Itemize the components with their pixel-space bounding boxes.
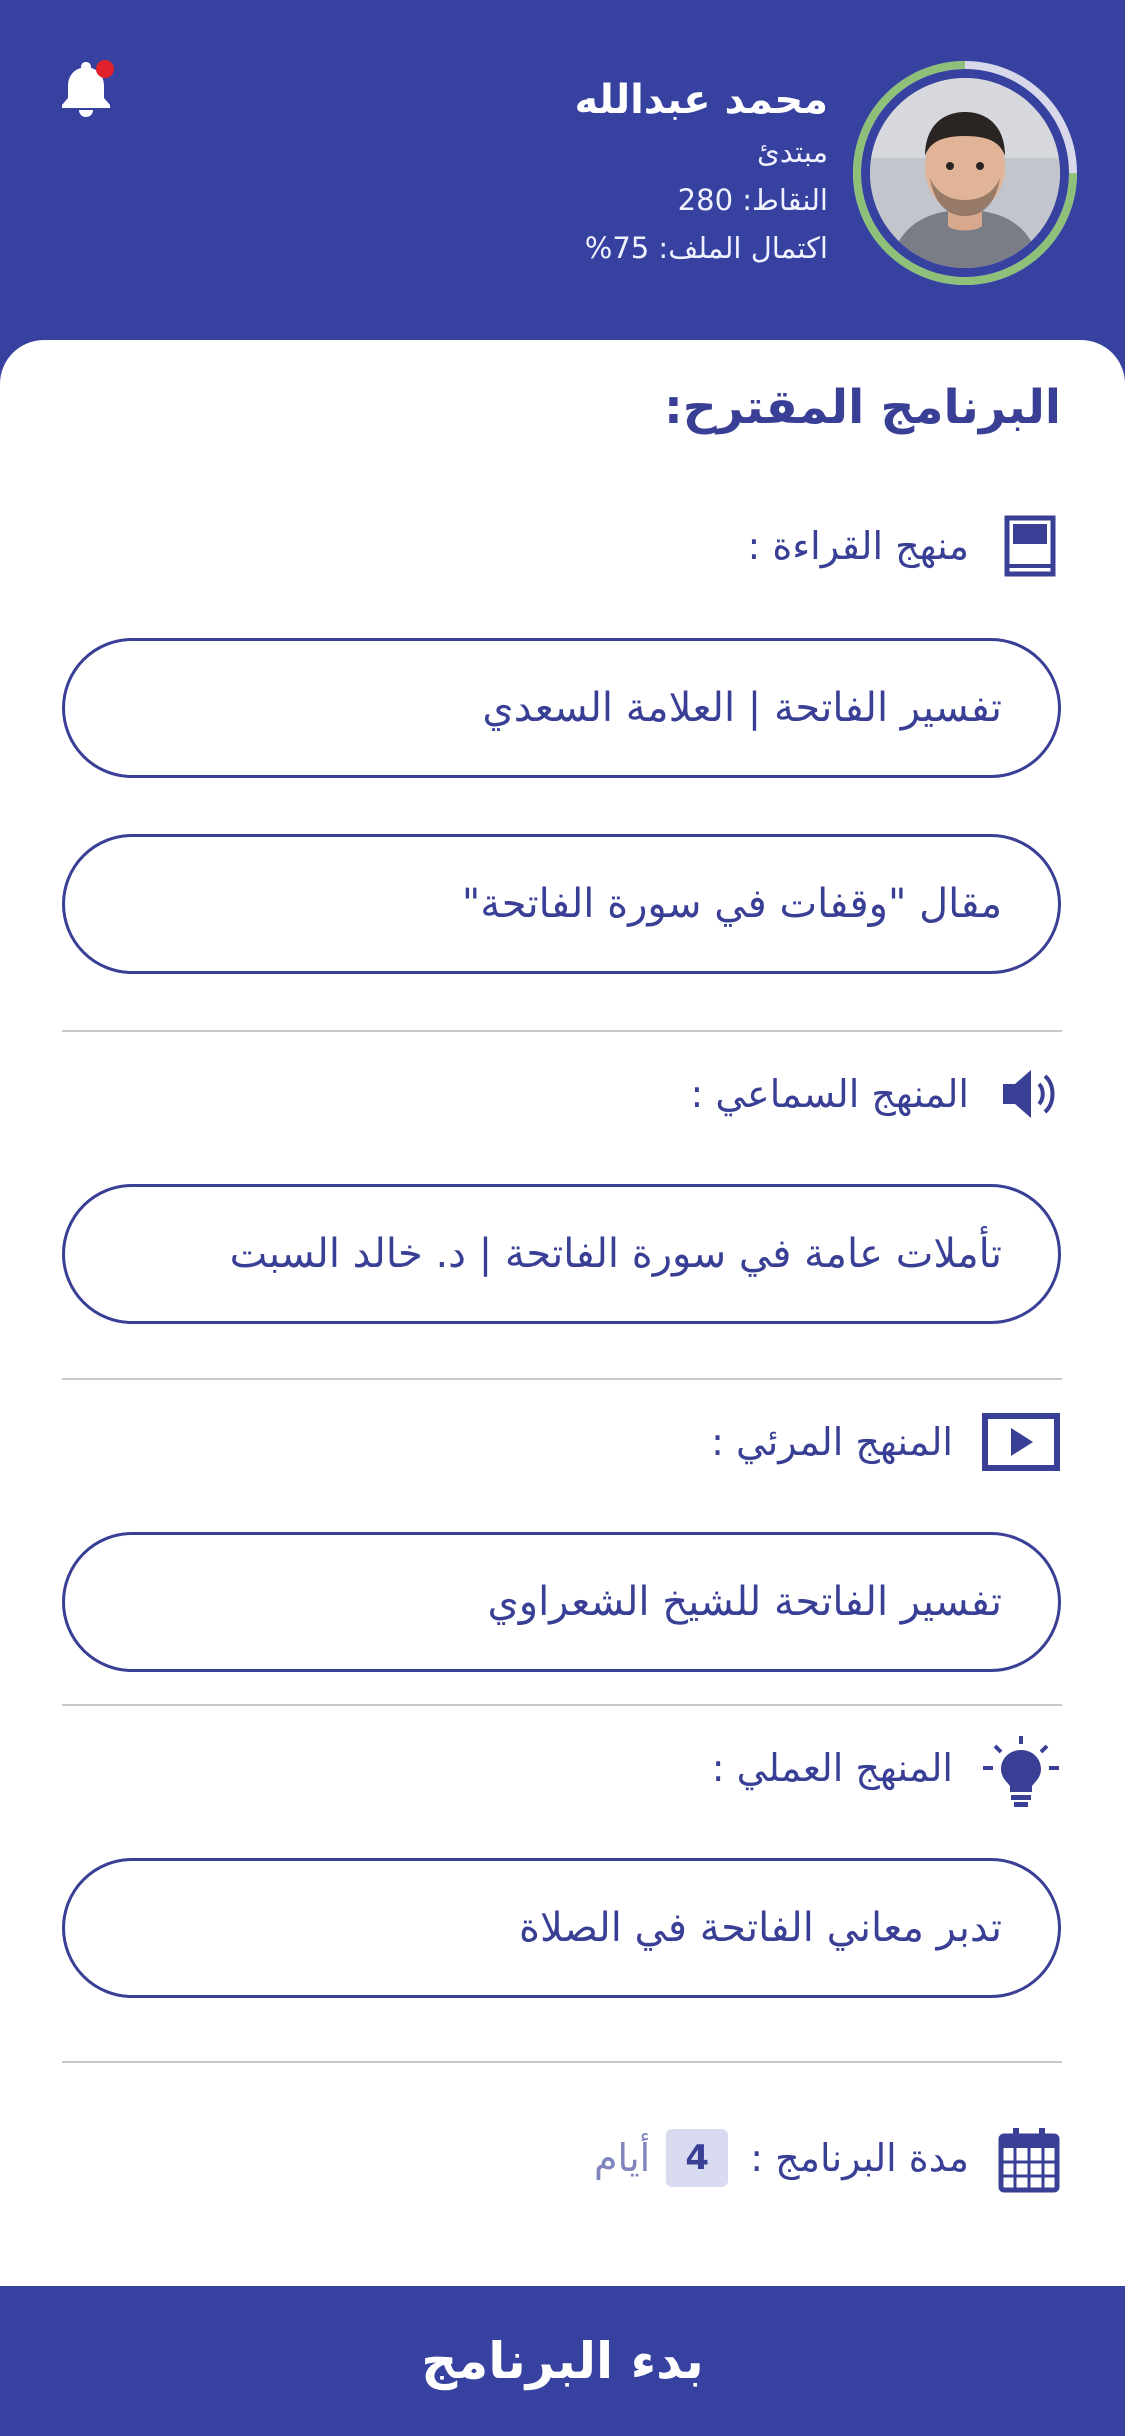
program-card: البرنامج المقترح: منهج القراءة : تفسير ا… [0,340,1125,2286]
divider [62,1704,1062,1706]
program-item[interactable]: تفسير الفاتحة | العلامة السعدي [62,638,1061,778]
section-practical: المنهج العملي : [711,1736,1061,1807]
duration-value: 4 [666,2129,729,2187]
start-program-button[interactable]: بدء البرنامج [0,2286,1125,2436]
section-reading: منهج القراءة : [748,514,1062,578]
user-info: محمد عبدالله مبتدئ النقاط: 280 اكتمال ال… [328,72,828,272]
user-name: محمد عبدالله [574,77,828,123]
program-duration: مدة البرنامج : 4 أيام [594,2123,1061,2193]
section-label: المنهج السماعي : [690,1072,969,1116]
profile-completion: اكتمال الملف: 75% [584,231,828,265]
section-audio: المنهج السماعي : [690,1062,1061,1126]
user-level: مبتدئ [757,135,828,169]
program-item[interactable]: تدبر معاني الفاتحة في الصلاة [62,1858,1061,1998]
program-item[interactable]: تفسير الفاتحة للشيخ الشعراوي [62,1532,1061,1672]
duration-label: مدة البرنامج : [750,2136,969,2180]
divider [62,1378,1062,1380]
program-item[interactable]: مقال "وقفات في سورة الفاتحة" [62,834,1061,974]
notification-dot [96,60,114,78]
section-label: المنهج المرئي : [711,1420,953,1464]
video-icon [981,1410,1061,1474]
user-points: النقاط: 280 [677,183,828,217]
speaker-icon [997,1062,1061,1126]
avatar[interactable] [870,78,1060,268]
duration-unit: أيام [593,2136,651,2180]
section-label: المنهج العملي : [711,1746,953,1790]
section-label: منهج القراءة : [747,524,970,568]
divider [62,2061,1062,2063]
page-title: البرنامج المقترح: [664,380,1061,435]
book-icon [997,514,1061,578]
divider [62,1030,1062,1032]
profile-header: محمد عبدالله مبتدئ النقاط: 280 اكتمال ال… [0,0,1125,345]
calendar-icon [997,2126,1061,2193]
program-item[interactable]: تأملات عامة في سورة الفاتحة | د. خالد ال… [62,1184,1061,1324]
lightbulb-icon [981,1736,1061,1807]
section-video: المنهج المرئي : [711,1410,1061,1474]
